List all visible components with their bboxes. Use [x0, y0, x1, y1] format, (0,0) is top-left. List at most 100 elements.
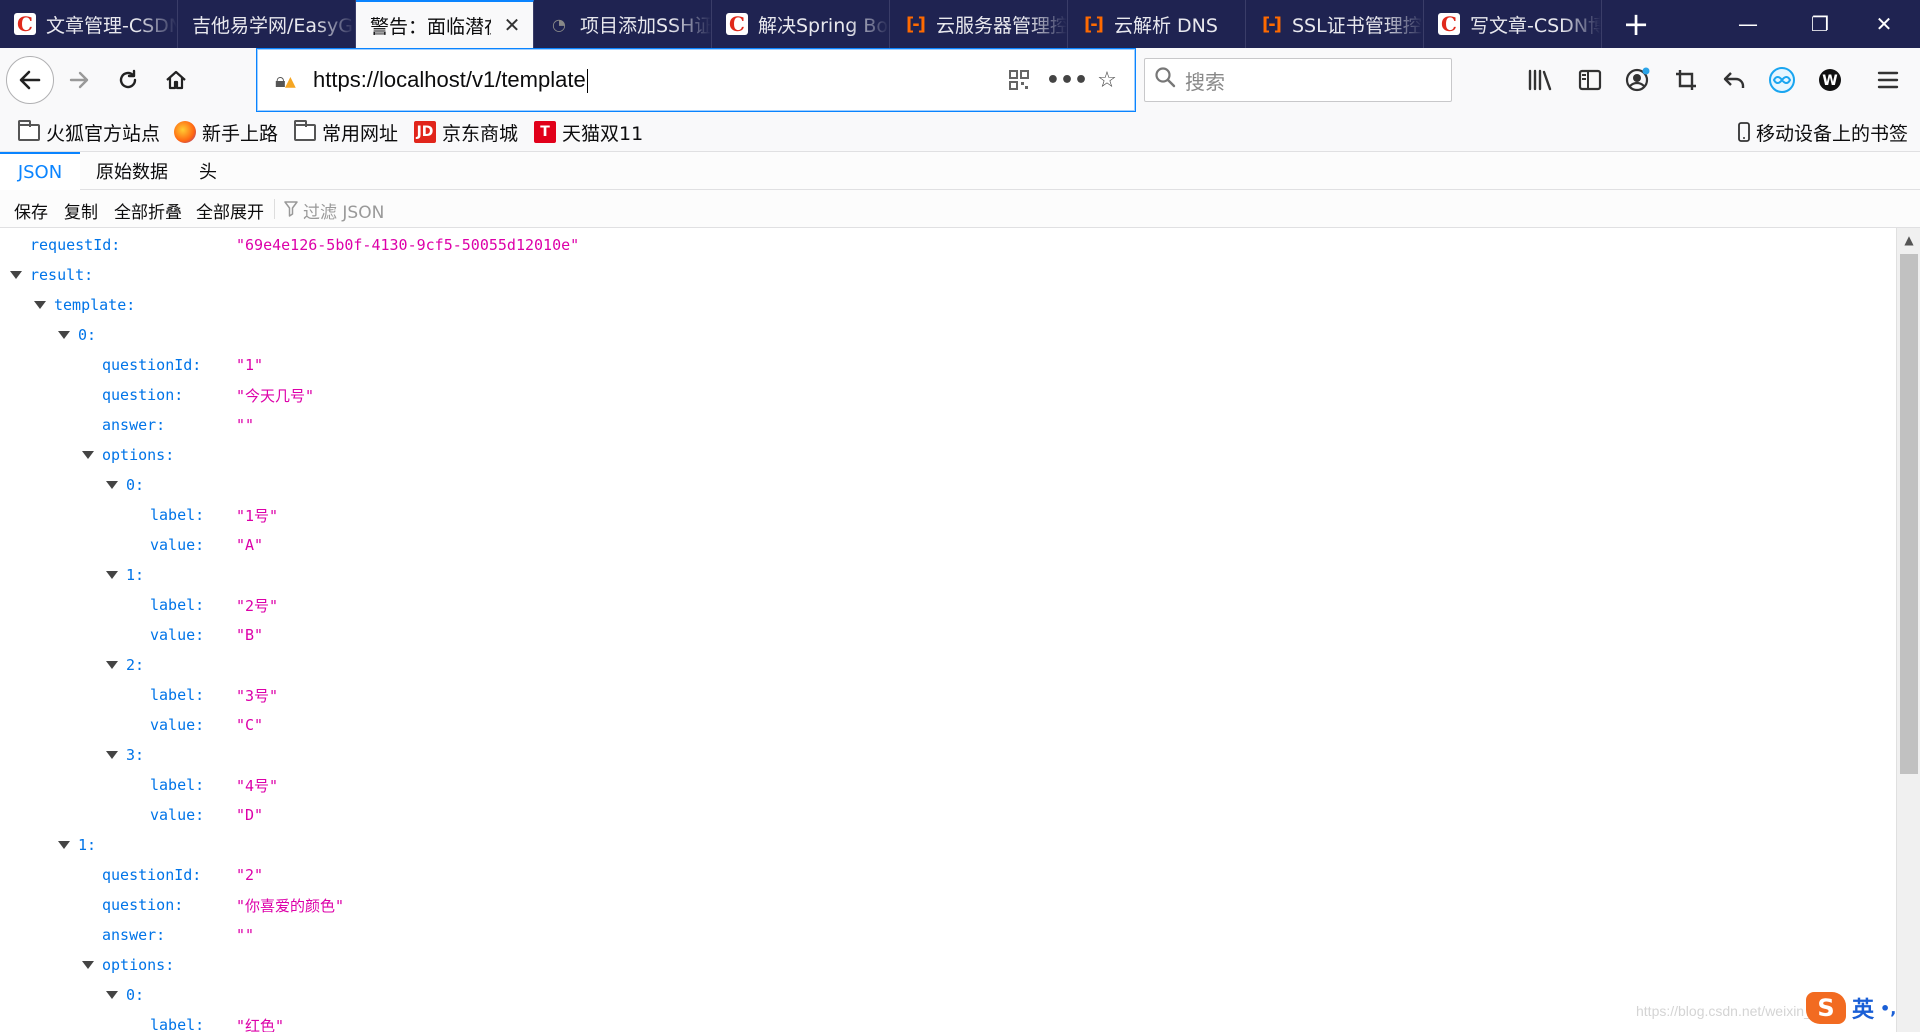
expand-toggle-icon[interactable] — [106, 571, 118, 579]
json-key: question: — [102, 386, 184, 404]
navigation-toolbar: 🔒︎ ▲ https://localhost/v1/template ••• ☆ … — [0, 48, 1920, 112]
expand-toggle-icon[interactable] — [82, 961, 94, 969]
json-row: label: "1号" — [0, 500, 1896, 530]
new-tab-button[interactable]: + — [1614, 0, 1658, 48]
json-row[interactable]: result: — [0, 260, 1896, 290]
bookmark-jd[interactable]: JD 京东商城 — [414, 118, 518, 146]
collapse-all-button[interactable]: 全部折叠 — [114, 198, 182, 223]
json-row: answer: "" — [0, 410, 1896, 440]
expand-toggle-icon[interactable] — [10, 271, 22, 279]
ime-punctuation: •, — [1880, 998, 1897, 1018]
tab-json[interactable]: JSON — [0, 152, 80, 191]
json-row[interactable]: options: — [0, 950, 1896, 980]
expand-toggle-icon[interactable] — [82, 451, 94, 459]
copy-button[interactable]: 复制 — [64, 198, 98, 223]
bookmark-getting-started[interactable]: 新手上路 — [174, 118, 278, 146]
tab-spring-boot[interactable]: C 解决Spring Boot — [712, 0, 890, 48]
bookmarks-toolbar: 火狐官方站点 新手上路 常用网址 JD 京东商城 T 天猫双11 移动设备上的书… — [0, 112, 1920, 152]
json-key: label: — [150, 686, 205, 704]
expand-toggle-icon[interactable] — [34, 301, 46, 309]
json-value: "" — [236, 926, 255, 944]
page-actions-icon[interactable]: ••• — [1046, 60, 1088, 100]
expand-toggle-icon[interactable] — [106, 481, 118, 489]
json-value: "你喜爱的颜色" — [236, 896, 345, 915]
expand-toggle-icon[interactable] — [58, 841, 70, 849]
tab-easyguitar[interactable]: 吉他易学网/EasyGuitar — [178, 0, 356, 48]
close-tab-icon[interactable]: ✕ — [501, 13, 523, 37]
qr-code-icon[interactable] — [999, 60, 1039, 100]
json-row[interactable]: 3: — [0, 740, 1896, 770]
json-row: questionId: "1" — [0, 350, 1896, 380]
json-key: 3: — [126, 746, 145, 764]
url-bar[interactable]: 🔒︎ ▲ https://localhost/v1/template ••• ☆ — [256, 48, 1136, 112]
undo-close-icon[interactable] — [1714, 60, 1754, 100]
search-box[interactable]: 搜索 — [1144, 58, 1452, 102]
extension-w-icon[interactable]: W — [1810, 60, 1850, 100]
tab-cloud-server[interactable]: [-] 云服务器管理控制台 — [890, 0, 1068, 48]
json-row[interactable]: template: — [0, 290, 1896, 320]
json-row[interactable]: 1: — [0, 560, 1896, 590]
save-button[interactable]: 保存 — [14, 198, 48, 223]
restore-button[interactable]: ❐ — [1784, 0, 1856, 48]
reload-button[interactable] — [104, 56, 152, 104]
url-text[interactable]: https://localhost/v1/template — [313, 67, 999, 93]
scroll-up-arrow-icon[interactable]: ▲ — [1897, 228, 1920, 252]
bookmark-firefox-official[interactable]: 火狐官方站点 — [18, 118, 160, 146]
expand-all-button[interactable]: 全部展开 — [196, 198, 264, 223]
json-value: "D" — [236, 806, 264, 824]
sidebar-icon[interactable] — [1570, 60, 1610, 100]
json-row[interactable]: 0: — [0, 470, 1896, 500]
json-key: answer: — [102, 416, 166, 434]
json-row[interactable]: options: — [0, 440, 1896, 470]
tab-raw-data[interactable]: 原始数据 — [80, 152, 184, 190]
expand-toggle-icon[interactable] — [106, 751, 118, 759]
menu-hamburger-icon[interactable] — [1868, 60, 1908, 100]
extension-infinity-icon[interactable] — [1762, 60, 1802, 100]
json-row: requestId: "69e4e126-5b0f-4130-9cf5-50055… — [0, 230, 1896, 260]
vertical-scrollbar[interactable]: ▲ — [1896, 228, 1920, 1032]
tab-cloud-dns[interactable]: [-] 云解析 DNS — [1068, 0, 1246, 48]
json-row[interactable]: 0: — [0, 980, 1896, 1010]
json-row: answer: "" — [0, 920, 1896, 950]
json-value: "今天几号" — [236, 386, 315, 405]
tab-github-ssh[interactable]: ◔ 项目添加SSH证书 — [534, 0, 712, 48]
bookmark-common-sites[interactable]: 常用网址 — [294, 118, 398, 146]
close-window-button[interactable]: ✕ — [1848, 0, 1920, 48]
tab-headers[interactable]: 头 — [183, 152, 233, 190]
bookmark-star-icon[interactable]: ☆ — [1087, 60, 1127, 100]
json-key: 1: — [126, 566, 145, 584]
scrollbar-thumb[interactable] — [1900, 254, 1918, 774]
insecure-lock-icon[interactable]: 🔒︎ ▲ — [275, 68, 303, 92]
json-key: label: — [150, 1016, 205, 1032]
library-icon[interactable] — [1520, 60, 1560, 100]
tab-ssl-cert[interactable]: [-] SSL证书管理控制台 — [1246, 0, 1424, 48]
json-row: value: "D" — [0, 800, 1896, 830]
back-button[interactable] — [6, 56, 54, 104]
aliyun-icon: [-] — [906, 13, 926, 35]
home-button[interactable] — [152, 56, 200, 104]
json-row[interactable]: 1: — [0, 830, 1896, 860]
aliyun-icon: [-] — [1262, 13, 1282, 35]
tab-csdn-article-manage[interactable]: C 文章管理-CSDN — [0, 0, 178, 48]
bookmark-tmall[interactable]: T 天猫双11 — [534, 118, 643, 146]
bookmark-mobile[interactable]: 移动设备上的书签 — [1738, 118, 1908, 146]
filter-json-input[interactable]: 过滤 JSON — [284, 198, 384, 223]
json-row: label: "2号" — [0, 590, 1896, 620]
expand-toggle-icon[interactable] — [58, 331, 70, 339]
json-row[interactable]: 2: — [0, 650, 1896, 680]
filter-placeholder: 过滤 JSON — [303, 203, 385, 223]
expand-toggle-icon[interactable] — [106, 991, 118, 999]
account-icon[interactable] — [1618, 60, 1658, 100]
minimize-button[interactable]: — — [1712, 0, 1784, 48]
json-viewer-tabs: JSON 原始数据 头 — [0, 152, 1920, 191]
json-row: question: "今天几号" — [0, 380, 1896, 410]
json-row[interactable]: 0: — [0, 320, 1896, 350]
expand-toggle-icon[interactable] — [106, 661, 118, 669]
json-key: options: — [102, 956, 175, 974]
tab-warning-active[interactable]: 警告：面临潜在 ✕ — [356, 0, 534, 48]
tab-csdn-write[interactable]: C 写文章-CSDN博客 — [1424, 0, 1602, 48]
screenshot-crop-icon[interactable] — [1666, 60, 1706, 100]
csdn-icon: C — [14, 12, 36, 36]
forward-button[interactable] — [56, 56, 104, 104]
ime-indicator[interactable]: S 英 •, — [1806, 992, 1896, 1024]
